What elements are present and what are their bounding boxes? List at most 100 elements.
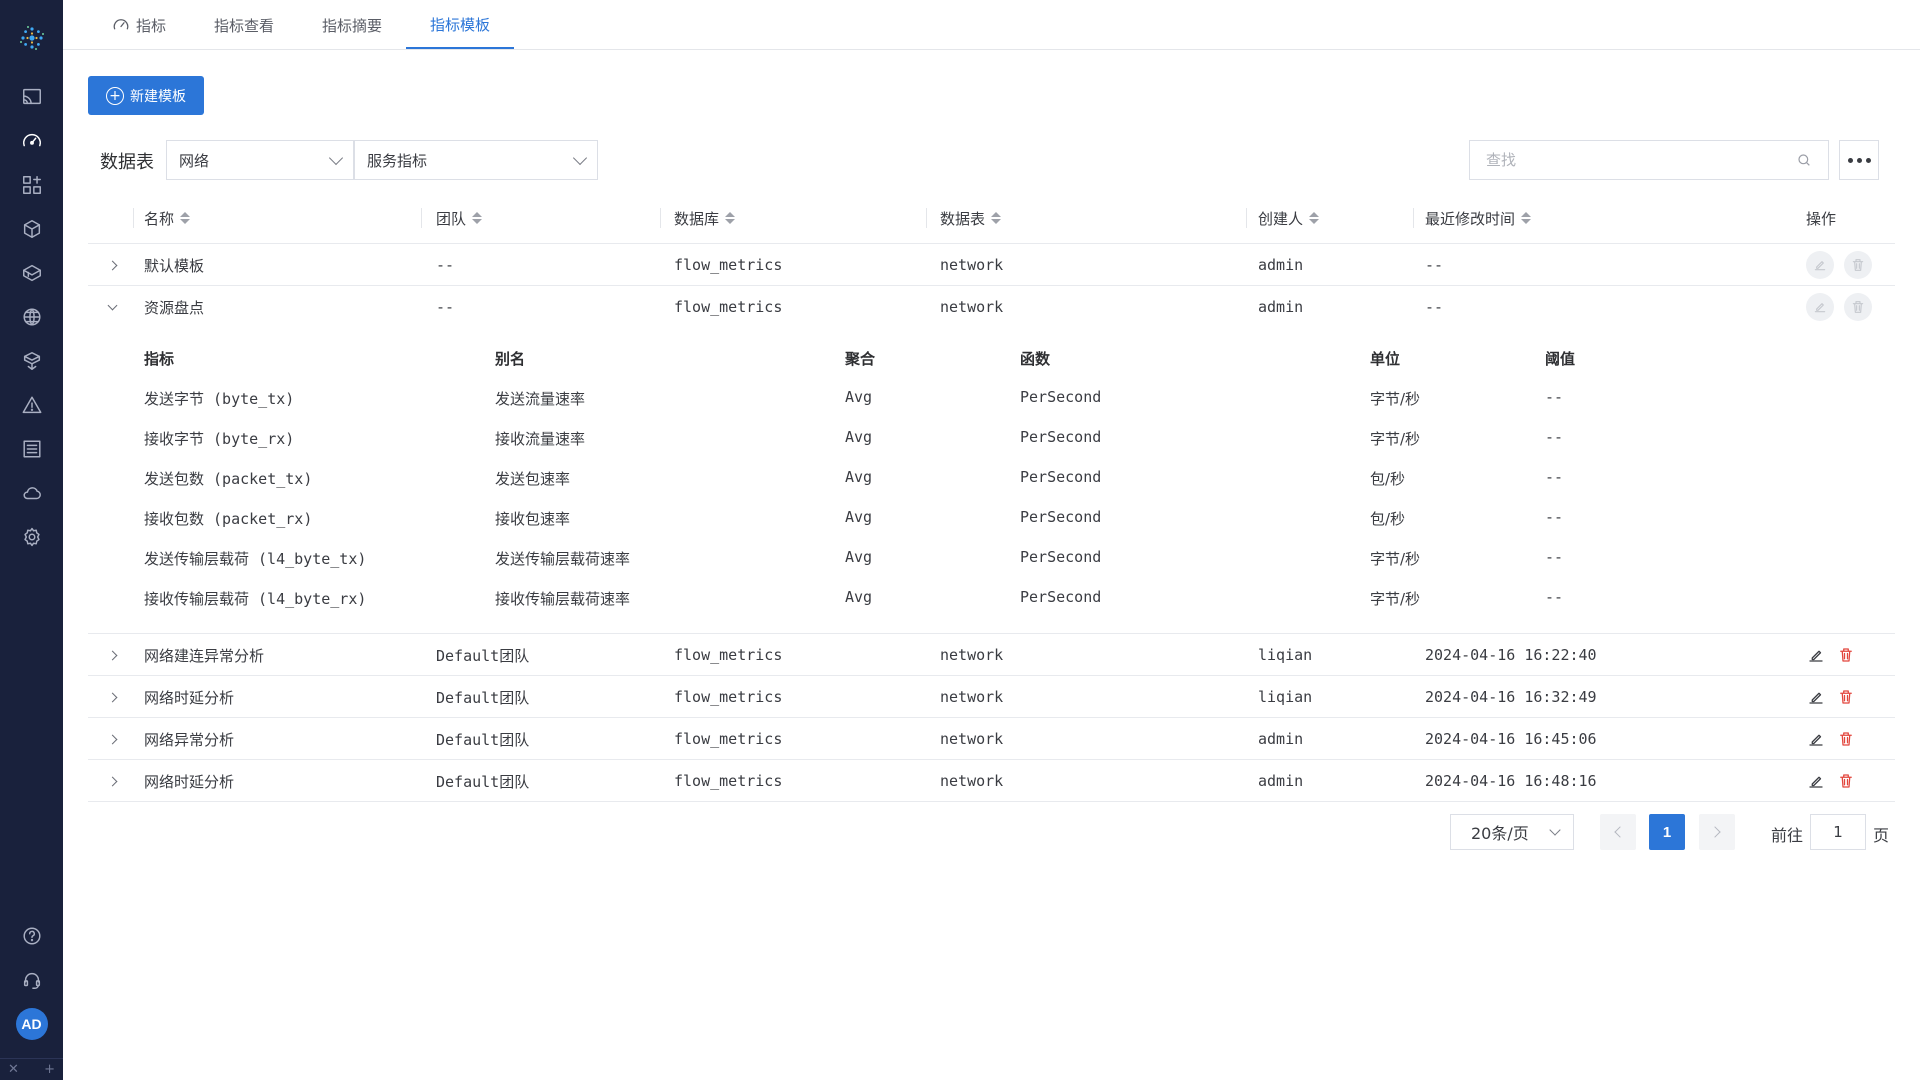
expand-row-button[interactable] [101, 718, 123, 760]
sidebar-item-cube[interactable] [0, 339, 63, 383]
cell-team: Default团队 [436, 646, 530, 665]
detail-threshold: -- [1545, 548, 1564, 566]
sidebar-item-support[interactable] [0, 958, 63, 1002]
detail-unit: 包/秒 [1370, 470, 1406, 488]
sort-icon[interactable] [991, 212, 1002, 224]
table-row[interactable]: 默认模板 -- flow_metrics network admin -- [88, 244, 1895, 286]
tab-metrics-view[interactable]: 指标查看 [190, 1, 298, 49]
table-row[interactable]: 网络建连异常分析 Default团队 flow_metrics network … [88, 634, 1895, 676]
column-header-ops: 操作 [1806, 192, 1836, 244]
column-header-label: 团队 [436, 209, 467, 228]
detail-header-agg: 聚合 [845, 350, 876, 368]
detail-alias: 接收流量速率 [495, 430, 586, 448]
package-icon [23, 220, 40, 238]
cell-modified: 2024-04-16 16:45:06 [1425, 730, 1597, 748]
sidebar-item-screen[interactable] [0, 75, 63, 119]
row-actions [1806, 718, 1856, 760]
column-header-label: 创建人 [1258, 209, 1304, 228]
sidebar-item-metrics[interactable] [0, 119, 63, 163]
detail-header-threshold: 阈值 [1545, 350, 1576, 368]
expand-row-button[interactable] [101, 244, 123, 286]
table-select[interactable]: 服务指标 [354, 140, 598, 180]
column-header-datatable[interactable]: 数据表 [940, 192, 1002, 244]
table-row-expanded[interactable]: 资源盘点 -- flow_metrics network admin -- [88, 286, 1895, 328]
sort-icon[interactable] [725, 212, 736, 224]
column-header-modified[interactable]: 最近修改时间 [1425, 192, 1532, 244]
cell-database: flow_metrics [674, 688, 783, 706]
tab-label: 指标摘要 [322, 16, 383, 35]
sidebar-item-globe[interactable] [0, 295, 63, 339]
dot-icon [1856, 157, 1862, 163]
gauge-icon [113, 19, 129, 30]
sidebar-item-boxes[interactable] [0, 251, 63, 295]
table-row[interactable]: 网络时延分析 Default团队 flow_metrics network li… [88, 676, 1895, 718]
goto-page-input[interactable] [1810, 814, 1866, 850]
sidebar-item-settings[interactable] [0, 515, 63, 559]
globe-icon [22, 308, 41, 326]
delete-button[interactable] [1836, 771, 1856, 791]
cell-name: 网络时延分析 [144, 688, 235, 707]
delete-button[interactable] [1836, 645, 1856, 665]
detail-unit: 包/秒 [1370, 510, 1406, 528]
search-input[interactable] [1486, 151, 1776, 169]
sort-icon[interactable] [1521, 212, 1532, 224]
sort-icon[interactable] [1309, 212, 1320, 224]
main-content: 指标 指标查看 指标摘要 指标模板 + 新建模板 数据表 网络 服务指标 查找 … [63, 0, 1920, 1080]
logo[interactable] [0, 0, 63, 75]
cell-creator: liqian [1258, 646, 1313, 664]
prev-page-button[interactable] [1600, 814, 1636, 850]
detail-func: PerSecond [1020, 588, 1102, 606]
edit-icon [1809, 692, 1823, 704]
expand-icon[interactable]: + [44, 1062, 55, 1077]
page-size-select[interactable]: 20条/页 [1450, 814, 1574, 850]
database-select[interactable]: 网络 [166, 140, 354, 180]
next-page-button[interactable] [1699, 814, 1735, 850]
sidebar-item-list[interactable] [0, 427, 63, 471]
table-row[interactable]: 网络时延分析 Default团队 flow_metrics network ad… [88, 760, 1895, 802]
tab-metrics[interactable]: 指标 [88, 1, 190, 49]
more-options-button[interactable] [1839, 140, 1879, 180]
sidebar-item-topology[interactable] [0, 163, 63, 207]
delete-button[interactable] [1836, 687, 1856, 707]
new-template-button[interactable]: + 新建模板 [88, 76, 204, 115]
detail-agg: Avg [845, 588, 873, 606]
sidebar-item-cloud[interactable] [0, 471, 63, 515]
expand-row-button[interactable] [101, 634, 123, 676]
search-icon[interactable] [1796, 152, 1812, 168]
edit-button[interactable] [1806, 729, 1826, 749]
sidebar-item-alert[interactable] [0, 383, 63, 427]
sidebar-item-package[interactable] [0, 207, 63, 251]
column-header-label: 名称 [144, 209, 175, 228]
edit-button[interactable] [1806, 687, 1826, 707]
expanded-detail: 指标 别名 聚合 函数 单位 阈值 发送字节 (byte_tx) 发送流量速率 … [88, 328, 1895, 634]
column-header-creator[interactable]: 创建人 [1258, 192, 1320, 244]
chevron-right-icon [107, 650, 117, 660]
tab-metrics-summary[interactable]: 指标摘要 [298, 1, 406, 49]
new-template-label: 新建模板 [130, 88, 186, 105]
tab-label: 指标查看 [214, 16, 275, 35]
expand-row-button[interactable] [101, 676, 123, 718]
sidebar-item-help[interactable] [0, 914, 63, 958]
collapse-row-button[interactable] [101, 286, 123, 328]
cell-datatable: network [940, 256, 1004, 274]
table-row[interactable]: 网络异常分析 Default团队 flow_metrics network ad… [88, 718, 1895, 760]
avatar[interactable]: AD [15, 1008, 48, 1040]
collapse-icon[interactable]: ✕ [8, 1062, 19, 1077]
column-header-team[interactable]: 团队 [436, 192, 483, 244]
delete-button[interactable] [1836, 729, 1856, 749]
column-header-name[interactable]: 名称 [144, 192, 191, 244]
cell-name: 默认模板 [144, 256, 205, 275]
detail-func: PerSecond [1020, 548, 1102, 566]
page-number-current[interactable]: 1 [1649, 814, 1685, 850]
sort-icon[interactable] [472, 212, 483, 224]
detail-unit: 字节/秒 [1370, 390, 1421, 408]
cell-database: flow_metrics [674, 730, 783, 748]
sort-icon[interactable] [180, 212, 191, 224]
edit-button[interactable] [1806, 771, 1826, 791]
expand-row-button[interactable] [101, 760, 123, 802]
row-actions [1806, 286, 1872, 328]
tab-metrics-template[interactable]: 指标模板 [406, 1, 515, 49]
column-header-database[interactable]: 数据库 [674, 192, 736, 244]
edit-button[interactable] [1806, 645, 1826, 665]
filter-label: 数据表 [100, 152, 154, 173]
